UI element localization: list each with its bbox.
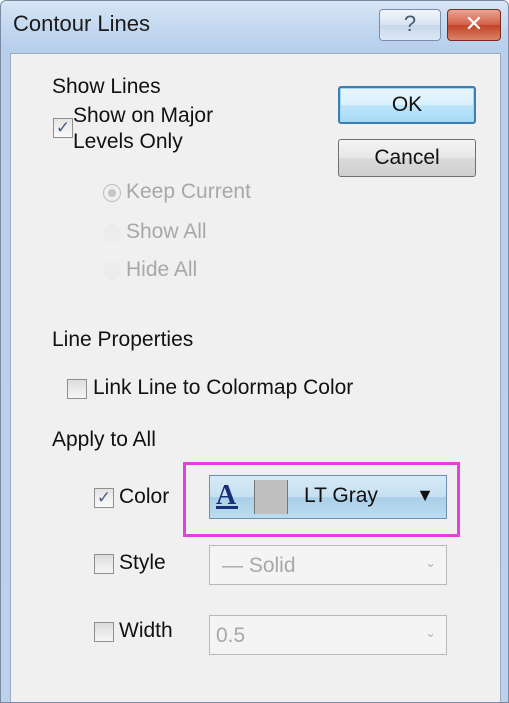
keep-current-label[interactable]: Keep Current: [126, 180, 251, 204]
contour-lines-dialog: Contour Lines ? ✕ Show Lines ✓ Show on M…: [0, 0, 509, 703]
color-checkbox[interactable]: ✓: [94, 488, 114, 508]
show-all-radio[interactable]: [103, 224, 121, 242]
keep-current-radio[interactable]: [103, 184, 121, 202]
cancel-button[interactable]: Cancel: [338, 139, 476, 177]
close-button[interactable]: ✕: [447, 9, 501, 41]
style-checkbox[interactable]: [94, 554, 114, 574]
style-value: — Solid: [222, 554, 296, 577]
hide-all-radio[interactable]: [103, 262, 121, 280]
color-value: LT Gray: [304, 484, 378, 507]
dropdown-arrow-icon[interactable]: ▼: [416, 485, 434, 506]
show-major-levels-label[interactable]: Show on Major: [73, 104, 213, 128]
color-dropdown[interactable]: A LT Gray ▼: [209, 475, 447, 519]
color-label[interactable]: Color: [119, 485, 169, 509]
dialog-title: Contour Lines: [13, 11, 150, 36]
style-dropdown[interactable]: — Solid ⌄: [209, 545, 447, 585]
width-value: 0.5: [216, 624, 246, 647]
dialog-body: Show Lines ✓ Show on Major Levels Only K…: [10, 53, 501, 702]
title-bar[interactable]: Contour Lines ? ✕: [1, 1, 508, 53]
show-major-levels-checkbox[interactable]: ✓: [53, 118, 73, 138]
link-colormap-checkbox[interactable]: [67, 379, 87, 399]
width-dropdown[interactable]: 0.5 ⌄: [209, 615, 447, 655]
font-a-icon: A: [216, 480, 239, 511]
link-colormap-label[interactable]: Link Line to Colormap Color: [93, 376, 353, 400]
style-label[interactable]: Style: [119, 551, 166, 575]
help-button[interactable]: ?: [379, 9, 441, 41]
show-all-label[interactable]: Show All: [126, 220, 207, 244]
color-swatch: [254, 480, 288, 514]
show-major-levels-label-line2[interactable]: Levels Only: [73, 130, 183, 154]
ok-button[interactable]: OK: [338, 86, 476, 124]
width-label[interactable]: Width: [119, 619, 173, 643]
apply-to-all-heading: Apply to All: [52, 428, 156, 451]
dropdown-arrow-icon[interactable]: ⌄: [425, 555, 436, 571]
show-lines-heading: Show Lines: [52, 75, 161, 98]
width-checkbox[interactable]: [94, 622, 114, 642]
hide-all-label[interactable]: Hide All: [126, 258, 197, 282]
line-properties-heading: Line Properties: [52, 328, 194, 351]
dropdown-arrow-icon[interactable]: ⌄: [425, 625, 436, 641]
